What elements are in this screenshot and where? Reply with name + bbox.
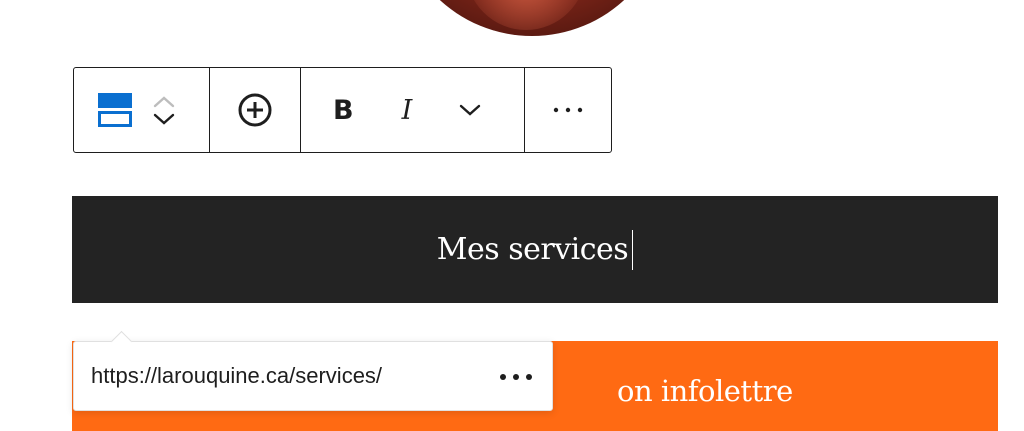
italic-button[interactable]: I — [402, 95, 413, 126]
link-url[interactable]: https://larouquine.ca/services/ — [91, 363, 382, 389]
move-down-button[interactable] — [152, 112, 176, 126]
group-block-icon[interactable] — [98, 93, 132, 127]
author-avatar — [396, 0, 668, 36]
chevron-down-icon — [460, 104, 481, 116]
more-dots-icon — [500, 374, 532, 380]
add-block-button[interactable] — [237, 92, 273, 128]
more-formatting-button[interactable] — [458, 102, 482, 118]
block-toolbar-group-insert — [209, 68, 300, 152]
link-preview-popover: https://larouquine.ca/services/ — [73, 341, 553, 411]
newsletter-button-label[interactable]: on infolettre — [617, 374, 793, 408]
avatar-highlight — [466, 0, 586, 30]
block-toolbar: B I — [73, 67, 612, 153]
chevron-down-icon — [153, 113, 175, 125]
plus-circle-icon — [238, 93, 272, 127]
block-toolbar-group-options — [524, 68, 611, 152]
block-movers — [152, 94, 176, 126]
ellipsis-icon — [553, 107, 583, 113]
move-up-button[interactable] — [152, 94, 176, 108]
block-options-button[interactable] — [552, 106, 584, 114]
services-heading[interactable]: Mes services — [437, 229, 634, 270]
bold-button[interactable]: B — [333, 95, 354, 126]
block-toolbar-group-format: B I — [300, 68, 524, 152]
chevron-up-icon — [153, 96, 175, 108]
block-toolbar-group-block — [74, 68, 209, 152]
link-options-button[interactable] — [498, 362, 534, 392]
services-heading-block[interactable]: Mes services — [72, 196, 998, 303]
